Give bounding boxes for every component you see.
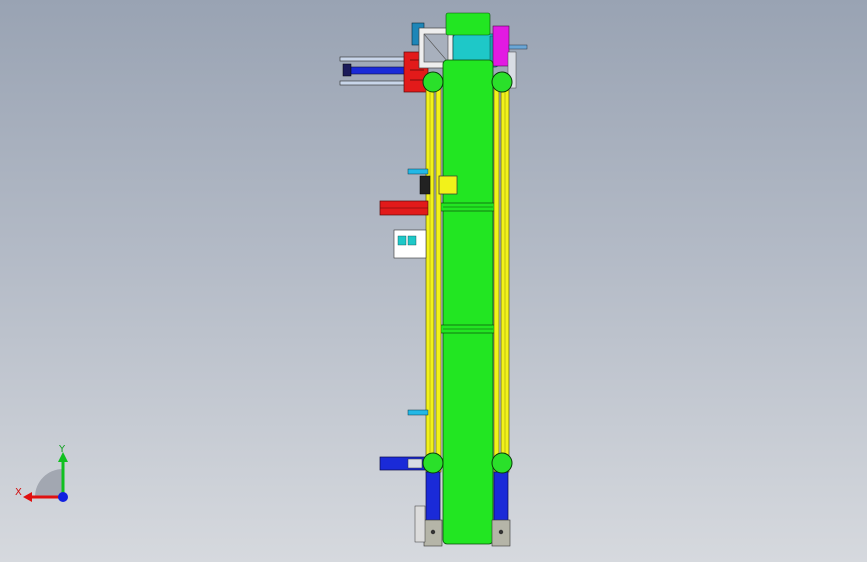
guide-rod-lower <box>339 80 407 86</box>
conveyor-belt[interactable] <box>436 59 496 545</box>
leg-right <box>493 471 509 523</box>
magenta-cover <box>492 25 510 67</box>
leg-left <box>425 471 441 523</box>
cylinder-rod <box>345 66 407 75</box>
guide-rod-upper <box>339 56 407 62</box>
pulley-top-right <box>491 71 513 93</box>
belt-head-top <box>445 12 491 36</box>
top-cylinder-assembly[interactable] <box>339 51 429 93</box>
triad-plane <box>35 469 63 497</box>
rail-left-inner <box>435 79 442 473</box>
y-axis-label: Y <box>58 444 66 455</box>
rail-right-inner <box>493 79 500 473</box>
yellow-sensor-box <box>438 175 458 195</box>
belt-surface <box>442 59 494 545</box>
rod-end <box>342 63 352 77</box>
axis-triad: Y X <box>15 444 68 502</box>
pulley-bottom-right <box>491 452 513 474</box>
graphics-viewport[interactable]: Y X <box>0 0 867 562</box>
z-axis-dot <box>58 492 68 502</box>
sensor-upper <box>407 168 429 175</box>
x-axis-label: X <box>15 487 22 498</box>
motor-shaft-tab <box>508 44 528 50</box>
pulley-top-left <box>422 71 444 93</box>
conveyor-model[interactable] <box>0 0 867 562</box>
sensor-lower <box>407 409 429 416</box>
pulley-bottom-left <box>422 452 444 474</box>
